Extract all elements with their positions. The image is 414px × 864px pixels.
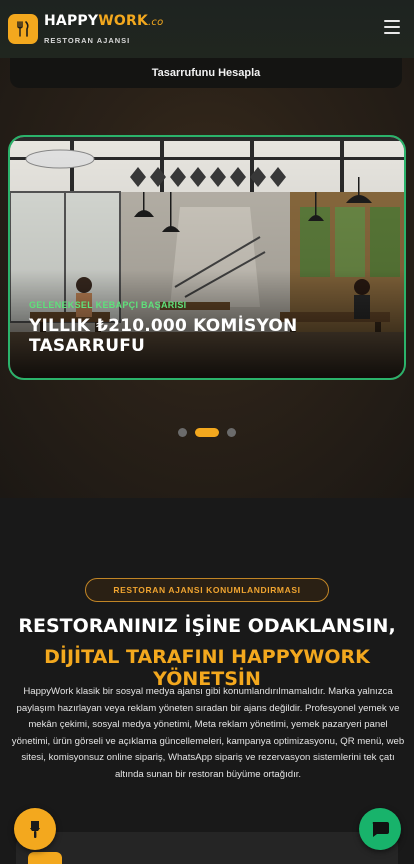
chat-bubble-icon: [372, 822, 389, 837]
slide-caption: GELENEKSEL KEBAPÇI BAŞARISI YILLIK ₺210.…: [29, 300, 404, 356]
section-badge-label: RESTORAN AJANSI KONUMLANDIRMASI: [113, 585, 301, 595]
section-paragraph: HappyWork klasik bir sosyal medya ajansı…: [11, 686, 405, 780]
carousel-dot[interactable]: [227, 428, 236, 437]
brand-part-happy: HAPPY: [44, 13, 99, 29]
slide-title: YILLIK ₺210.000 KOMİSYON TASARRUFU: [29, 316, 298, 356]
brand-part-work: WORK: [98, 13, 148, 29]
brand-part-domain: .co: [148, 17, 164, 28]
chat-button[interactable]: [359, 808, 401, 850]
section-headline-line1: RESTORANINIZ İŞİNE ODAKLANSIN,: [18, 615, 396, 637]
positioning-section: RESTORAN AJANSI KONUMLANDIRMASI RESTORAN…: [0, 498, 414, 864]
fork-knife-icon: [17, 21, 29, 37]
carousel-dot-active[interactable]: [195, 428, 219, 437]
brand-name: HAPPYWORK.co: [44, 13, 163, 31]
carousel-dots: [0, 428, 414, 437]
theme-brush-button[interactable]: [14, 808, 56, 850]
brush-icon: [30, 821, 40, 838]
slide-kicker: GELENEKSEL KEBAPÇI BAŞARISI: [29, 300, 187, 310]
hero-section: Tasarrufunu Hesapla GELENEKSEL KEBAPÇI B…: [0, 58, 414, 498]
carousel-dot[interactable]: [178, 428, 187, 437]
logo-text[interactable]: HAPPYWORK.co RESTORAN AJANSI: [44, 13, 163, 45]
calculate-savings-label: Tasarrufunu Hesapla: [151, 67, 261, 79]
hero-slide[interactable]: GELENEKSEL KEBAPÇI BAŞARISI YILLIK ₺210.…: [8, 135, 406, 380]
section-badge: RESTORAN AJANSI KONUMLANDIRMASI: [85, 578, 329, 602]
next-card: [16, 832, 398, 864]
brand-subtitle: RESTORAN AJANSI: [44, 36, 131, 45]
calculate-savings-button[interactable]: Tasarrufunu Hesapla: [10, 58, 402, 88]
hamburger-menu-icon[interactable]: [384, 20, 400, 34]
site-header: HAPPYWORK.co RESTORAN AJANSI: [0, 0, 414, 58]
logo-badge[interactable]: [8, 14, 38, 44]
next-card-accent: [28, 852, 62, 864]
